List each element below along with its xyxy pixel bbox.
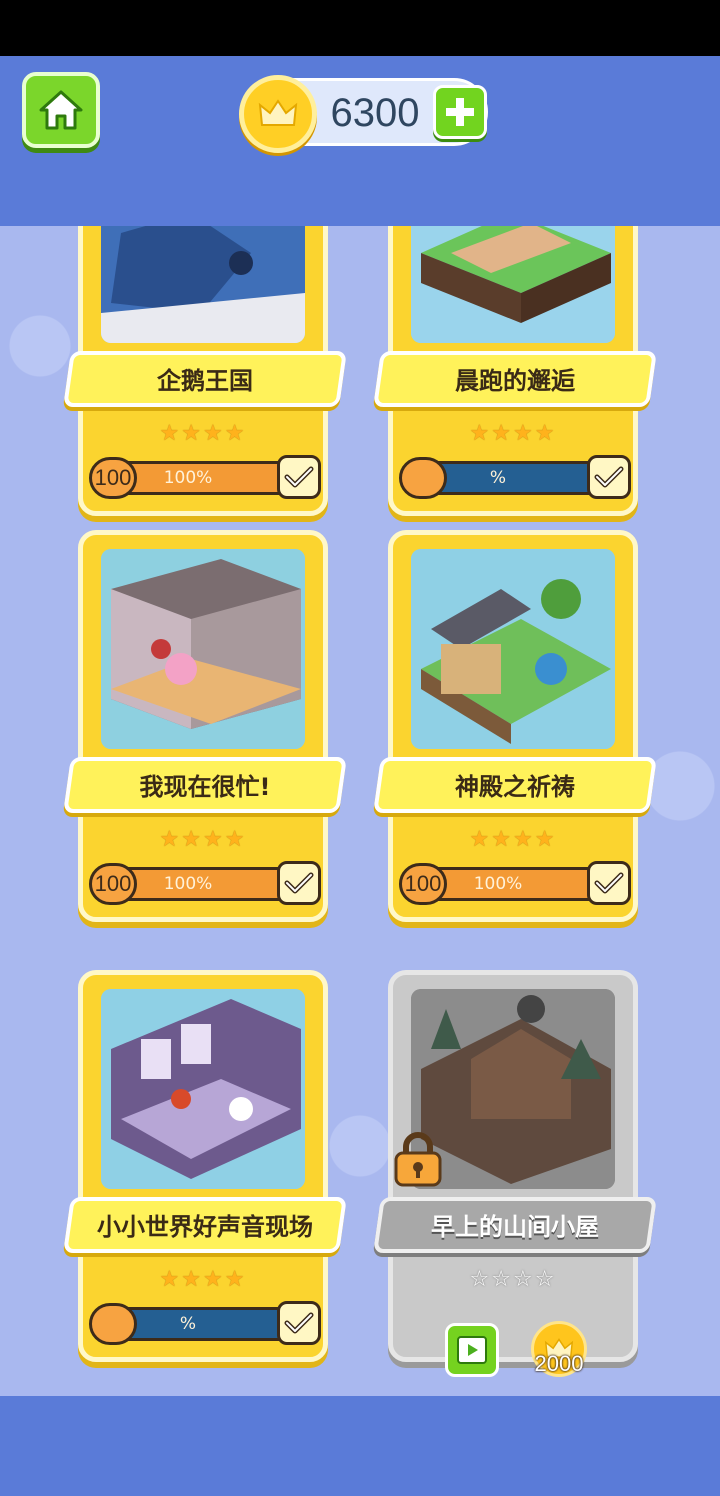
check-icon [277, 455, 321, 499]
progress-badge: 100 [399, 863, 447, 905]
star-rating: ★★★★ [159, 827, 247, 852]
plus-icon [446, 98, 474, 126]
coin-amount: 6300 [330, 91, 420, 135]
level-thumbnail [411, 549, 615, 749]
lock-icon [392, 1131, 444, 1193]
progress-badge: 100 [89, 457, 137, 499]
progress-badge: 100 [89, 863, 137, 905]
check-icon [587, 861, 631, 905]
home-icon [39, 90, 83, 130]
check-icon [587, 455, 631, 499]
level-card[interactable]: 小小世界好声音现场 ★★★★ % [63, 970, 347, 1362]
level-title: 我现在很忙! [139, 773, 271, 801]
unlock-price: 2000 [534, 1351, 584, 1376]
level-grid[interactable]: 企鹅王国 ★★★★ 100% 100 晨跑的邂逅 ★★★★ % 我现在很忙! ★… [0, 226, 720, 1396]
level-title: 神殿之祈祷 [455, 773, 575, 801]
level-card[interactable]: 晨跑的邂逅 ★★★★ % [373, 226, 657, 516]
crown-coin-icon [239, 75, 317, 153]
home-button[interactable] [22, 72, 100, 148]
level-title: 早上的山间小屋 [431, 1213, 599, 1241]
level-thumbnail [101, 989, 305, 1189]
star-rating: ★★★★ [469, 827, 557, 852]
star-rating: ★★★★ [469, 421, 557, 446]
check-icon [277, 861, 321, 905]
bottom-bar [0, 1396, 720, 1496]
video-icon [457, 1336, 487, 1364]
level-card[interactable]: 神殿之祈祷 ★★★★ 100% 100 [373, 530, 657, 922]
watch-video-unlock-button[interactable] [445, 1323, 499, 1377]
progress-badge [89, 1303, 137, 1345]
level-thumbnail [101, 549, 305, 749]
level-thumbnail [101, 226, 305, 343]
progress-badge [399, 457, 447, 499]
level-title: 企鹅王国 [157, 367, 253, 395]
star-rating: ★★★★ [159, 421, 247, 446]
star-rating: ☆☆☆☆ [469, 1267, 557, 1292]
level-thumbnail [411, 226, 615, 343]
level-title: 小小世界好声音现场 [97, 1213, 313, 1241]
status-bar [0, 0, 720, 56]
check-icon [277, 1301, 321, 1345]
star-rating: ★★★★ [159, 1267, 247, 1292]
level-card[interactable]: 企鹅王国 ★★★★ 100% 100 [63, 226, 347, 516]
level-card[interactable]: 我现在很忙! ★★★★ 100% 100 [63, 530, 347, 922]
level-title: 晨跑的邂逅 [455, 367, 575, 395]
coin-balance: 6300 [239, 75, 488, 153]
add-coins-button[interactable] [433, 85, 487, 139]
